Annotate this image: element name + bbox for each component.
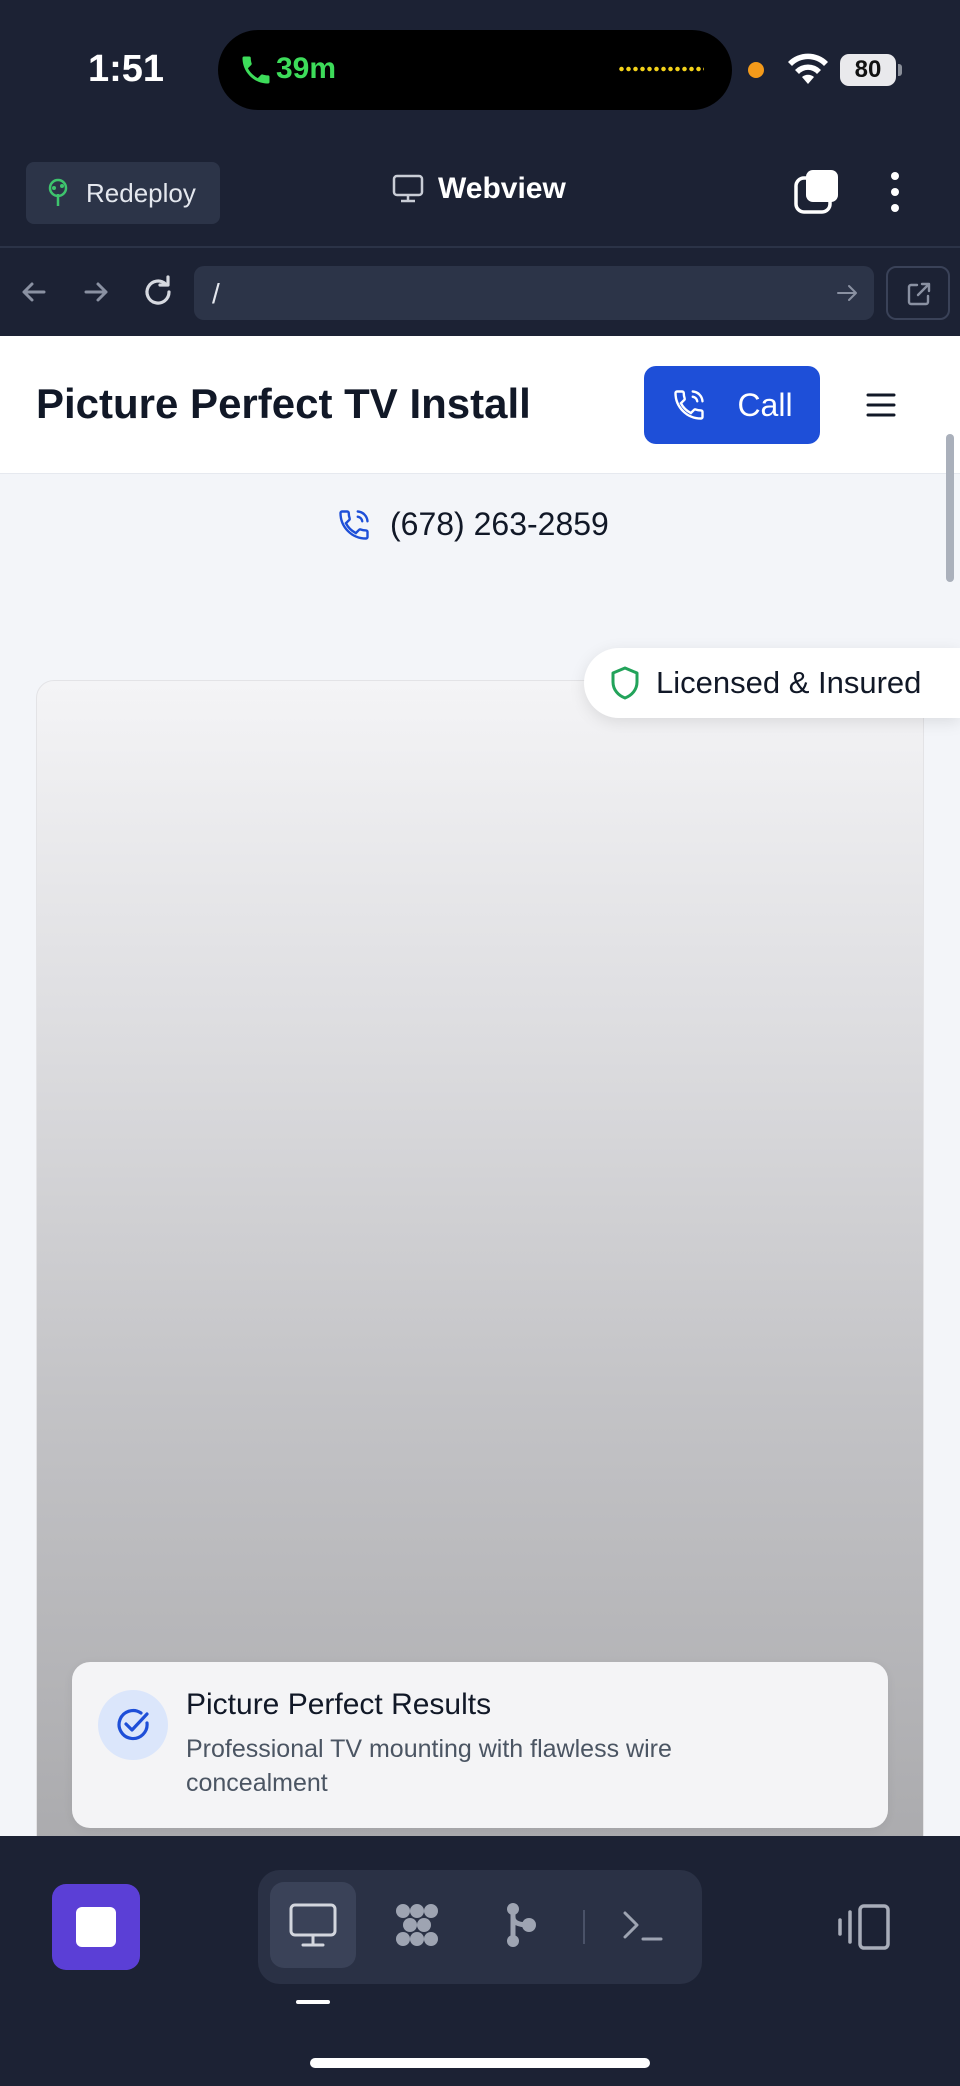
- forward-arrow-icon[interactable]: [76, 272, 116, 312]
- webview-label: Webview: [438, 172, 566, 205]
- url-toolbar: /: [0, 250, 960, 336]
- side-panel-icon[interactable]: [836, 1902, 892, 1952]
- site-title[interactable]: Picture Perfect TV Install: [36, 380, 531, 428]
- phone-call-icon: [674, 390, 705, 420]
- external-link-icon: [907, 282, 931, 306]
- audio-waveform: [618, 66, 704, 72]
- tool-git[interactable]: [478, 1882, 564, 1968]
- dynamic-island[interactable]: 39m: [218, 30, 732, 110]
- phone-number: (678) 263-2859: [390, 506, 609, 542]
- tool-webview[interactable]: [270, 1882, 356, 1968]
- webview-content: Picture Perfect TV Install Call (678) 26…: [0, 336, 960, 1836]
- more-menu-icon[interactable]: [880, 168, 910, 216]
- webview-title: Webview: [392, 172, 566, 206]
- tool-switcher: [258, 1870, 702, 1984]
- stop-button[interactable]: [52, 1884, 140, 1970]
- call-duration: 39m: [276, 52, 337, 85]
- check-circle-icon: [117, 1708, 149, 1741]
- active-tab-indicator: [296, 2000, 330, 2004]
- clock: 1:51: [88, 48, 165, 90]
- app-header: Redeploy Webview: [0, 150, 960, 248]
- monitor-icon: [392, 174, 424, 203]
- tabs-icon[interactable]: [794, 168, 840, 214]
- phone-icon: [242, 56, 270, 84]
- results-icon-circle: [98, 1690, 168, 1760]
- call-label: Call: [737, 386, 793, 423]
- stop-icon: [76, 1907, 116, 1947]
- reload-icon[interactable]: [138, 272, 178, 312]
- bottom-toolbar: [0, 1836, 960, 2086]
- scrollbar-thumb[interactable]: [946, 434, 954, 582]
- redeploy-button[interactable]: Redeploy: [26, 162, 220, 224]
- terminal-icon: [623, 1911, 663, 1941]
- monitor-icon: [289, 1903, 337, 1947]
- card-description: Professional TV mounting with flawless w…: [186, 1735, 672, 1797]
- mic-indicator: [748, 62, 764, 78]
- badge-text: Licensed & Insured: [656, 665, 922, 700]
- go-arrow-icon[interactable]: [834, 280, 860, 306]
- home-indicator[interactable]: [310, 2058, 650, 2068]
- site-header: Picture Perfect TV Install Call: [0, 336, 960, 474]
- licensed-badge: Licensed & Insured: [584, 648, 960, 718]
- branch-icon: [507, 1903, 536, 1947]
- redeploy-label: Redeploy: [86, 177, 196, 208]
- status-bar: 1:51 39m 80: [0, 0, 960, 140]
- open-external-button[interactable]: [886, 266, 950, 320]
- url-text: /: [212, 278, 220, 309]
- tree-icon: [48, 178, 68, 206]
- wifi-icon: [788, 53, 828, 84]
- tool-terminal[interactable]: [600, 1882, 686, 1968]
- grid-cluster-icon: [396, 1904, 438, 1946]
- phone-link[interactable]: (678) 263-2859: [336, 506, 609, 543]
- phone-icon: [339, 509, 369, 540]
- shield-icon: [611, 666, 639, 700]
- tool-agents[interactable]: [374, 1882, 460, 1968]
- url-input[interactable]: /: [194, 266, 874, 320]
- battery-level: 80: [840, 54, 896, 86]
- hamburger-menu-icon[interactable]: [866, 392, 896, 418]
- back-arrow-icon[interactable]: [14, 272, 54, 312]
- battery-cap: [898, 64, 902, 76]
- results-card: Picture Perfect Results Professional TV …: [72, 1662, 888, 1828]
- card-title: Picture Perfect Results: [186, 1688, 492, 1721]
- tool-separator: [583, 1910, 585, 1944]
- call-button[interactable]: Call: [644, 366, 820, 444]
